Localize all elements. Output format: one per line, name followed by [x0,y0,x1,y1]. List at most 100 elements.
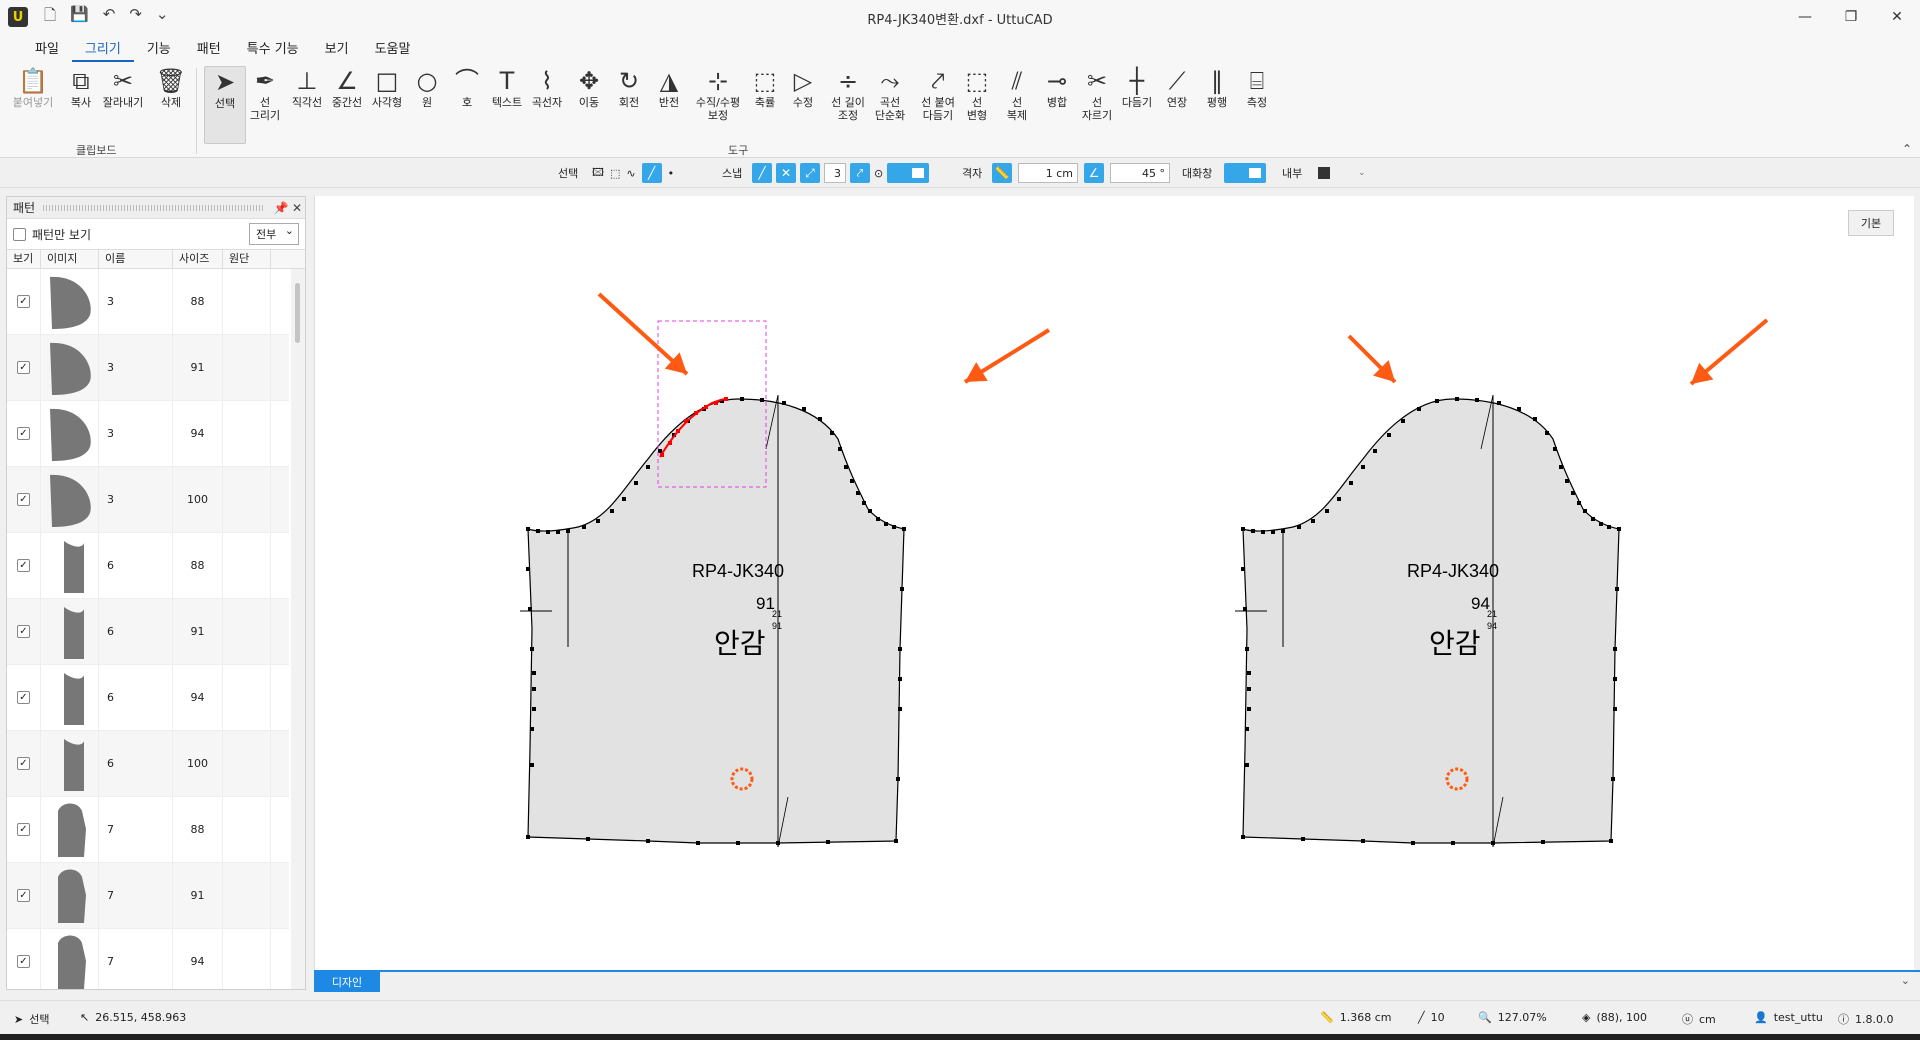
menu-item-5[interactable]: 보기 [312,34,362,62]
vertex-point[interactable] [1517,407,1521,411]
vertex-point[interactable] [1613,647,1617,651]
move-tool[interactable]: ✥ 이동 [568,66,610,109]
select-arrow-tool[interactable]: ➤ 선택 [204,66,246,144]
vertex-point[interactable] [658,449,662,453]
vertex-point[interactable] [1261,530,1265,534]
line-filter-icon[interactable]: ╱ [641,163,662,183]
dialog-toggle[interactable] [1224,163,1266,183]
vertex-point[interactable] [844,465,848,469]
snap-value-field[interactable]: 3 [824,163,846,183]
vertex-point[interactable] [902,527,906,531]
pen-tool[interactable]: ✒ 선 그리기 [244,66,286,122]
pattern-row[interactable]: ✓ 6 88 [7,533,289,599]
vertex-point[interactable] [582,525,586,529]
vertex-point[interactable] [1607,525,1611,529]
text-tool[interactable]: T 텍스트 [486,66,528,109]
vertex-point[interactable] [1615,587,1619,591]
pattern-row[interactable]: ✓ 3 88 [7,269,289,335]
grid-size-field[interactable]: 1 cm [1018,163,1078,183]
copy-button[interactable]: ⧉ 복사 [60,66,102,109]
vertex-point[interactable] [736,841,740,845]
status-zoom[interactable]: 🔍 127.07% [1478,1011,1547,1024]
edit-node-tool[interactable]: ▷ 수정 [782,66,824,109]
snap-toggle[interactable] [887,163,930,183]
vertex-point[interactable] [1337,497,1341,501]
vertex-point[interactable] [1271,530,1275,534]
row-visible-checkbox[interactable]: ✓ [17,823,30,836]
vertex-point[interactable] [1241,527,1245,531]
vertex-point[interactable] [1497,401,1501,405]
curve-filter-icon[interactable]: ∿ [626,167,635,180]
pattern-piece[interactable]: RP4-JK340912191안감 [520,320,906,848]
line-length-tool[interactable]: ÷ 선 길이 조정 [824,66,872,122]
vertex-point[interactable] [1545,431,1549,435]
vertex-point[interactable] [826,840,830,844]
vertex-point[interactable] [1491,841,1495,845]
row-visible-checkbox[interactable]: ✓ [17,361,30,374]
tab-design[interactable]: 디자인 [314,972,380,992]
vertex-point[interactable] [818,417,822,421]
scale-tool[interactable]: ⬚ 축률 [744,66,786,109]
pattern-row[interactable]: ✓ 7 91 [7,863,289,929]
column-header-1[interactable]: 이미지 [41,250,99,268]
row-visible-checkbox[interactable]: ✓ [17,295,30,308]
vertex-point[interactable] [528,607,532,611]
vertex-point[interactable] [1247,687,1251,691]
vertex-point[interactable] [1571,491,1575,495]
vertex-point[interactable] [1583,509,1587,513]
vertex-point[interactable] [1301,837,1305,841]
vertex-point[interactable] [1417,407,1421,411]
vertex-point[interactable] [1541,840,1545,844]
vertex-point[interactable] [892,525,896,529]
vertex-point[interactable] [838,447,842,451]
vertex-point[interactable] [536,529,540,533]
vertex-point[interactable] [896,777,900,781]
vertex-point[interactable] [1553,447,1557,451]
undo-icon[interactable]: ↶ [103,5,116,30]
panel-close-icon[interactable]: ✕ [289,201,305,215]
vertex-point[interactable] [1577,501,1581,505]
vertex-point[interactable] [530,763,534,767]
column-header-0[interactable]: 보기 [7,250,41,268]
vertex-point[interactable] [894,839,898,843]
vertex-point[interactable] [546,530,550,534]
rotate-tool[interactable]: ↻ 회전 [608,66,650,109]
save-icon[interactable]: 💾 [70,5,89,30]
vertex-point[interactable] [1361,839,1365,843]
menu-item-0[interactable]: 파일 [22,34,72,62]
vertex-point[interactable] [1349,481,1353,485]
piece-filter-icon[interactable]: ⬚ [610,167,620,180]
pattern-row[interactable]: ✓ 6 94 [7,665,289,731]
new-file-icon[interactable]: 🗋 [44,5,56,30]
vertex-point[interactable] [532,707,536,711]
vertex-point[interactable] [1475,398,1479,402]
line-duplicate-tool[interactable]: ⫽ 선 복제 [996,66,1038,122]
vertex-point[interactable] [760,398,764,402]
row-visible-checkbox[interactable]: ✓ [17,493,30,506]
selected-point[interactable] [704,405,708,409]
vertex-point[interactable] [802,407,806,411]
vertex-point[interactable] [776,841,780,845]
vertex-point[interactable] [530,647,534,651]
curve-ruler-tool[interactable]: ⌇ 곡선자 [526,66,568,109]
row-visible-checkbox[interactable]: ✓ [17,889,30,902]
rectangle-tool[interactable]: □ 사각형 [366,66,408,109]
trash-button[interactable]: 🗑 삭제 [150,66,192,109]
vertex-point[interactable] [1325,509,1329,513]
vertex-point[interactable] [900,587,904,591]
image-filter-icon[interactable]: 🖾 [592,164,604,183]
snap-end-icon[interactable]: ╱ [752,163,772,183]
vertex-point[interactable] [898,707,902,711]
vertex-point[interactable] [526,567,530,571]
vertex-point[interactable] [1361,465,1365,469]
pattern-drawing[interactable]: RP4-JK340912191안감RP4-JK340942194안감 [315,196,1915,970]
vertex-point[interactable] [898,647,902,651]
vertex-point[interactable] [1241,835,1245,839]
vertex-point[interactable] [634,481,638,485]
vertex-point[interactable] [696,841,700,845]
line-transform-tool[interactable]: ⬚ 선 변형 [956,66,998,122]
panel-grip[interactable] [43,204,265,211]
vertex-point[interactable] [1247,671,1251,675]
vertex-point[interactable] [862,501,866,505]
vertex-point[interactable] [530,727,534,731]
